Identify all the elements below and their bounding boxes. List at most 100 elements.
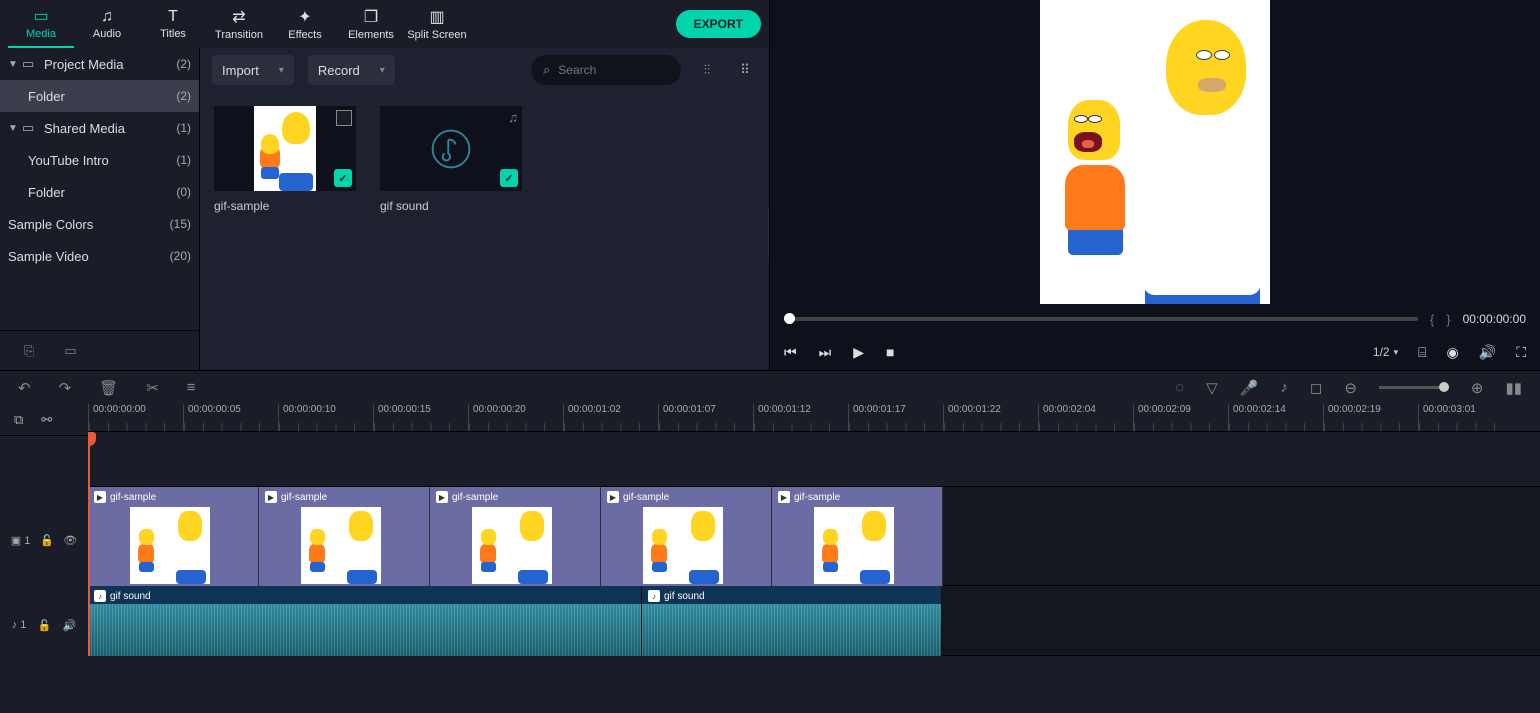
preview-ratio-dropdown[interactable]: 1/2 ▾ — [1373, 345, 1398, 359]
search-box[interactable]: ⌕ — [531, 55, 681, 85]
link-icon[interactable]: ⚯ — [41, 412, 52, 428]
text-icon: T — [168, 8, 178, 26]
voiceover-icon[interactable]: 🎤 — [1240, 379, 1259, 397]
ruler-mark: 00:00:01:22 — [943, 404, 1038, 431]
video-clip[interactable]: ▶gif-sample — [430, 487, 601, 587]
display-icon[interactable]: ⌸ — [1418, 344, 1426, 361]
delete-icon[interactable]: 🗑 — [99, 379, 118, 397]
mixer-icon[interactable]: ♪ — [1280, 379, 1288, 396]
media-item-gif-sound[interactable]: ♫ ✓ gif sound — [380, 106, 522, 213]
audio-track[interactable]: ♪gif sound ♪gif sound — [88, 586, 1540, 656]
ruler-mark: 00:00:01:07 — [658, 404, 753, 431]
fullscreen-icon[interactable]: ⛶ — [1516, 344, 1526, 361]
video-clip[interactable]: ▶gif-sample — [601, 487, 772, 587]
play-icon[interactable]: ▶ — [853, 344, 864, 361]
video-clip[interactable]: ▶gif-sample — [772, 487, 943, 587]
music-icon: ♫ — [101, 8, 113, 26]
crop-icon[interactable]: ◻ — [1310, 379, 1322, 397]
folder-icon: ▭ — [33, 6, 48, 26]
new-folder-icon[interactable]: ⎘ — [24, 343, 34, 359]
tab-effects-label: Effects — [288, 29, 321, 41]
video-clip[interactable]: ▶ gif-sample — [88, 487, 259, 587]
adjust-icon[interactable]: ≡ — [187, 379, 196, 396]
ruler-mark: 00:00:00:15 — [373, 404, 468, 431]
waveform — [642, 604, 941, 656]
ruler-mark: 00:00:00:05 — [183, 404, 278, 431]
video-clip[interactable]: ▶gif-sample — [259, 487, 430, 587]
folder-open-icon[interactable]: ▭ — [64, 343, 76, 359]
tab-transition-label: Transition — [215, 29, 263, 41]
mark-in-icon[interactable]: { — [1430, 312, 1434, 327]
ruler-mark: 00:00:01:12 — [753, 404, 848, 431]
ruler-mark: 00:00:00:00 — [88, 404, 183, 431]
tab-audio[interactable]: ♫ Audio — [74, 0, 140, 48]
zoom-slider[interactable] — [1379, 386, 1449, 389]
step-forward-icon[interactable]: ⏭ — [819, 344, 832, 361]
record-label: Record — [318, 63, 360, 78]
record-dropdown[interactable]: Record — [308, 55, 395, 85]
timeline-ruler[interactable]: 00:00:00:0000:00:00:0500:00:00:1000:00:0… — [88, 404, 1540, 432]
sidebar-item-sample-colors[interactable]: Sample Colors (15) — [0, 208, 199, 240]
mark-out-icon[interactable]: } — [1446, 312, 1450, 327]
scrub-head[interactable] — [784, 313, 795, 324]
tab-media[interactable]: ▭ Media — [8, 0, 74, 48]
clip-thumbnail — [472, 507, 552, 584]
playhead[interactable] — [88, 432, 90, 656]
sidebar-item-folder-2[interactable]: Folder (0) — [0, 176, 199, 208]
undo-icon[interactable]: ↶ — [18, 379, 31, 397]
tab-effects[interactable]: ✦ Effects — [272, 0, 338, 48]
tab-titles[interactable]: T Titles — [140, 0, 206, 48]
video-clip-icon: ▶ — [94, 491, 106, 503]
stop-icon[interactable]: ■ — [886, 344, 894, 360]
tab-split-screen[interactable]: ▥ Split Screen — [404, 0, 470, 48]
sidebar-item-folder-active[interactable]: Folder (2) — [0, 80, 199, 112]
ruler-mark: 00:00:02:04 — [1038, 404, 1133, 431]
preview-canvas[interactable] — [770, 0, 1540, 304]
ruler-mark: 00:00:00:20 — [468, 404, 563, 431]
grid-view-icon[interactable]: ⠿ — [733, 62, 757, 78]
import-dropdown[interactable]: Import — [212, 55, 294, 85]
sidebar-item-youtube-intro[interactable]: YouTube Intro (1) — [0, 144, 199, 176]
sidebar-label: Folder — [28, 185, 176, 200]
lock-icon[interactable]: 🔓 — [38, 619, 52, 632]
scrub-bar[interactable] — [784, 317, 1418, 321]
audio-badge-icon: ♫ — [508, 110, 518, 125]
render-icon[interactable]: ◌ — [1175, 379, 1184, 396]
tab-transition[interactable]: ⇄ Transition — [206, 0, 272, 48]
split-icon: ▥ — [429, 7, 444, 27]
main-tabs-bar: ▭ Media ♫ Audio T Titles ⇄ Transition ✦ … — [0, 0, 769, 48]
sidebar-item-sample-video[interactable]: Sample Video (20) — [0, 240, 199, 272]
video-clip-label: gif-sample — [110, 492, 156, 503]
fit-icon[interactable]: ▮▮ — [1505, 379, 1522, 397]
zoom-in-icon[interactable]: ⊕ — [1471, 379, 1484, 397]
sidebar-item-shared-media[interactable]: ▼ ▭ Shared Media (1) — [0, 112, 199, 144]
export-button[interactable]: EXPORT — [676, 10, 761, 38]
check-icon: ✓ — [334, 169, 352, 187]
audio-clip[interactable]: ♪gif sound — [88, 586, 642, 656]
video-track[interactable]: ▶gif-sample▶gif-sample▶gif-sample▶gif-sa… — [88, 486, 1540, 586]
mute-icon[interactable]: 🔊 — [63, 619, 77, 632]
marker-icon[interactable]: ▽ — [1206, 379, 1218, 397]
collapse-handle[interactable] — [768, 208, 769, 258]
ruler-mark: 00:00:01:17 — [848, 404, 943, 431]
tab-media-label: Media — [26, 28, 56, 40]
transition-icon: ⇄ — [232, 7, 245, 27]
search-input[interactable] — [558, 63, 669, 77]
volume-icon[interactable]: 🔊 — [1479, 344, 1496, 361]
tab-elements[interactable]: ❐ Elements — [338, 0, 404, 48]
prev-frame-icon[interactable]: ⏮ — [784, 344, 797, 361]
lock-icon[interactable]: 🔓 — [40, 534, 54, 547]
snapshot-icon[interactable]: ◉ — [1447, 344, 1459, 361]
cut-icon[interactable]: ✂ — [146, 379, 159, 397]
filter-icon[interactable]: ⫶⫶ — [695, 62, 719, 78]
ruler-mark: 00:00:02:14 — [1228, 404, 1323, 431]
zoom-out-icon[interactable]: ⊖ — [1344, 379, 1357, 397]
timeline-layout-icon[interactable]: ⧉ — [14, 412, 23, 428]
audio-track-header: ♪ 1 🔓 🔊 — [0, 590, 88, 660]
audio-clip[interactable]: ♪gif sound — [642, 586, 942, 656]
sidebar-count: (2) — [176, 89, 191, 103]
media-item-gif-sample[interactable]: ✓ gif-sample — [214, 106, 356, 213]
redo-icon[interactable]: ↷ — [59, 379, 72, 397]
eye-icon[interactable]: 👁 — [63, 534, 77, 547]
sidebar-item-project-media[interactable]: ▼ ▭ Project Media (2) — [0, 48, 199, 80]
